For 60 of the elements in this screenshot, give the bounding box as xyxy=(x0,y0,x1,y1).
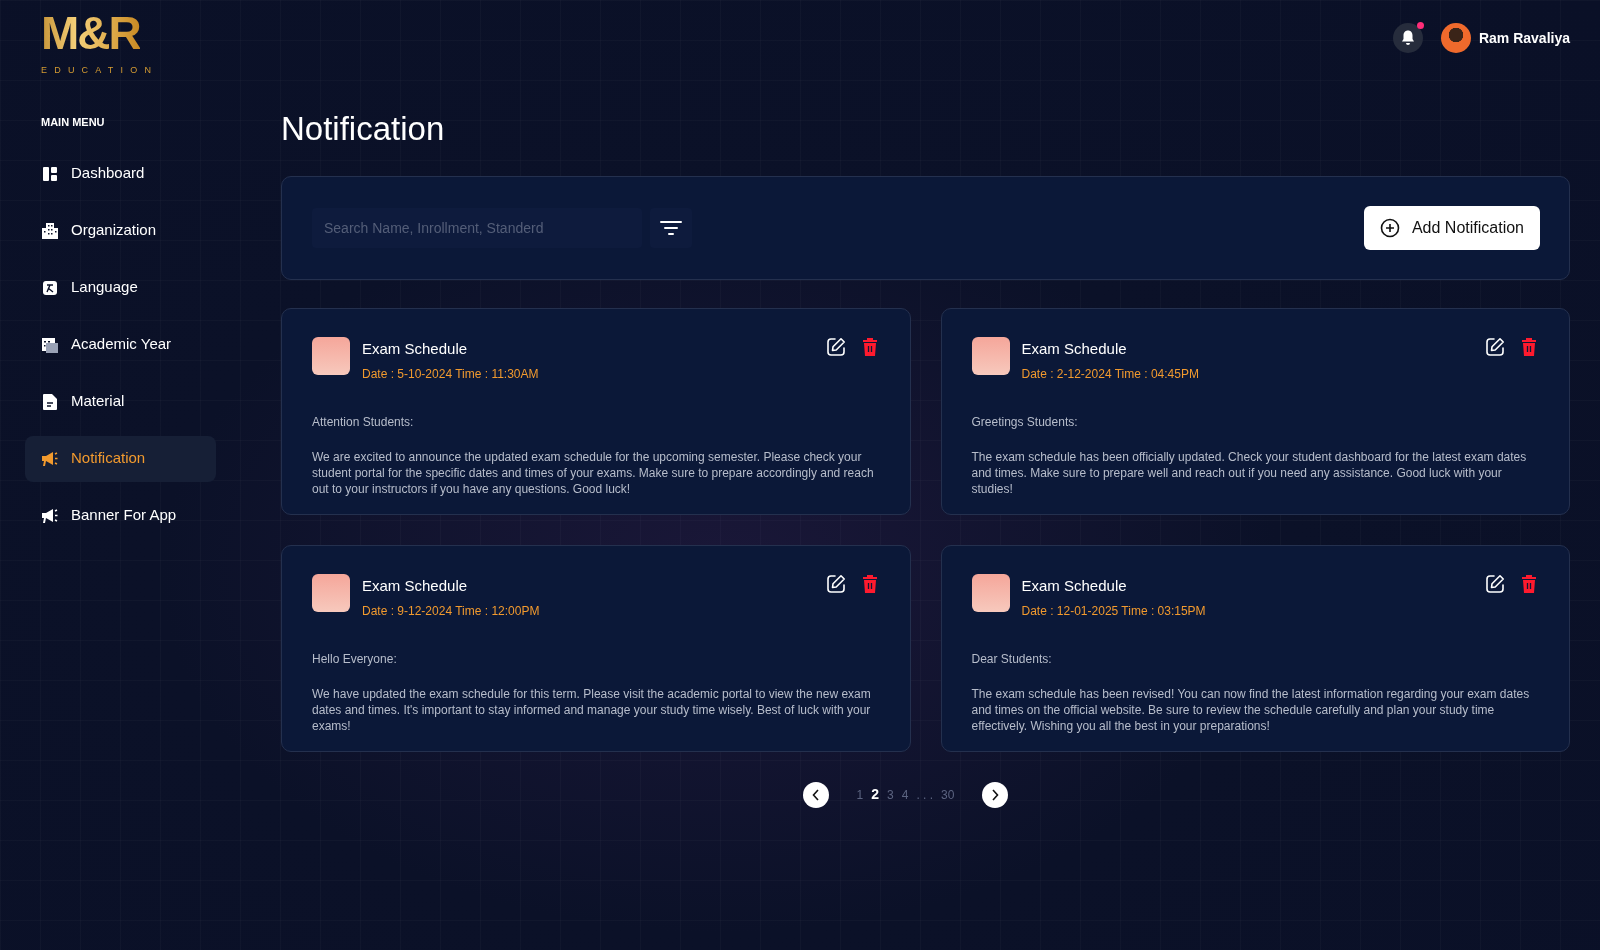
previous-page-button[interactable] xyxy=(802,781,829,808)
calendar-icon xyxy=(41,335,59,354)
sidebar-item[interactable]: Organization xyxy=(25,207,216,254)
notification-title: Exam Schedule xyxy=(362,339,468,357)
building-icon xyxy=(41,221,59,240)
sidebar-item[interactable]: Dashboard xyxy=(25,150,216,197)
user-avatar[interactable] xyxy=(1440,23,1471,53)
logo-subtitle: EDUCATION xyxy=(40,65,159,75)
trash-icon xyxy=(861,573,878,594)
pagination-ellipsis: . . . xyxy=(915,786,935,804)
sidebar-item[interactable]: Material xyxy=(25,378,216,425)
notification-greeting: Dear Students: xyxy=(971,651,1052,666)
notification-greeting: Attention Students: xyxy=(312,414,414,429)
filter-button[interactable] xyxy=(650,207,692,248)
notification-bell-button[interactable] xyxy=(1392,23,1423,53)
sidebar-item[interactable]: Notification xyxy=(25,435,216,482)
notification-title: Exam Schedule xyxy=(1021,339,1127,357)
notification-body: We are excited to announce the updated exam schedule for the upcoming semester. Please check your student portal for the specific dates and times of your exams. Make sure to prepare accordingly and reach out to your instructors if you have any questions. Good luck! xyxy=(312,448,875,497)
photo-placeholder xyxy=(312,336,350,375)
megaphone-icon xyxy=(41,449,59,468)
language-icon xyxy=(41,278,59,297)
photo-placeholder xyxy=(971,573,1010,612)
notification-greeting: Hello Everyone: xyxy=(312,651,397,666)
notification-greeting: Greetings Students: xyxy=(971,414,1078,429)
add-notification-button[interactable]: Add Notification xyxy=(1363,205,1540,250)
plus-circle-icon xyxy=(1379,217,1400,238)
user-name[interactable]: Ram Ravaliya xyxy=(1478,27,1570,49)
search-field[interactable]: Search Name, Inrollment, Standerd xyxy=(312,207,642,248)
sidebar-item[interactable]: Language xyxy=(25,264,216,311)
photo-placeholder xyxy=(312,573,350,612)
filter-icon xyxy=(660,220,682,235)
page-number[interactable]: 2 xyxy=(867,784,884,805)
next-page-button[interactable] xyxy=(982,781,1009,808)
notification-date-time: Date : 2-12-2024 Time : 04:45PM xyxy=(1021,366,1199,381)
chevron-left-icon xyxy=(811,788,820,801)
document-icon xyxy=(41,392,59,411)
notification-date-time: Date : 9-12-2024 Time : 12:00PM xyxy=(362,603,540,618)
notification-title: Exam Schedule xyxy=(1021,576,1127,594)
dashboard-icon xyxy=(41,164,59,183)
edit-icon xyxy=(1485,573,1505,594)
page-title: Notification xyxy=(281,109,445,149)
sidebar-item[interactable]: Banner For App xyxy=(25,492,216,539)
notification-body: We have updated the exam schedule for this term. Please visit the academic portal to view the new exam dates and times. It's important to stay informed and manage your study time wisely. Best of luck with your exams! xyxy=(312,685,872,734)
sidebar-item[interactable]: Academic Year xyxy=(25,321,216,368)
chevron-right-icon xyxy=(991,788,1000,801)
notification-date-time: Date : 12-01-2025 Time : 03:15PM xyxy=(1021,603,1206,618)
bell-icon xyxy=(1400,30,1415,46)
trash-icon xyxy=(861,336,878,357)
notification-body: The exam schedule has been officially updated. Check your student dashboard for the latest exam dates and times. Make sure to prepare well and reach out if you need any assistance. Good luck with your studies! xyxy=(971,448,1528,497)
edit-icon xyxy=(1485,336,1505,357)
photo-placeholder xyxy=(971,336,1010,375)
megaphone-icon xyxy=(41,506,59,525)
trash-icon xyxy=(1521,336,1537,357)
edit-icon xyxy=(825,573,846,594)
notification-date-time: Date : 5-10-2024 Time : 11:30AM xyxy=(362,366,539,381)
notification-body: The exam schedule has been revised! You can now find the latest information regarding your exam dates and times on the official website. Be sure to review the schedule carefully and plan your study time effectively. Wishing you all the best in your preparations! xyxy=(971,685,1531,734)
trash-icon xyxy=(1521,573,1537,594)
menu-heading: MAIN MENU xyxy=(40,115,105,130)
edit-icon xyxy=(825,336,846,357)
notification-title: Exam Schedule xyxy=(362,576,468,594)
